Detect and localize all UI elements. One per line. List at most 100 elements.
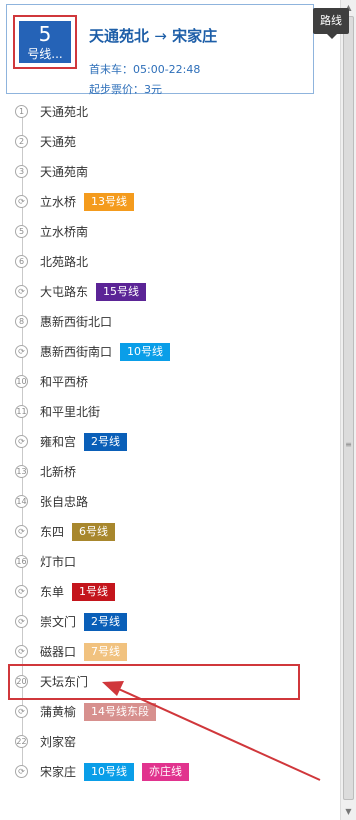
station-name[interactable]: 惠新西街南口 xyxy=(40,344,112,360)
transfer-line-tag[interactable]: 6号线 xyxy=(72,523,115,541)
transfer-icon: ⟳ xyxy=(15,765,28,778)
station-row[interactable]: 22 刘家窑 xyxy=(0,730,312,754)
station-row[interactable]: 5 立水桥南 xyxy=(0,220,312,244)
station-name[interactable]: 东四 xyxy=(40,524,64,540)
scrollbar-thumb[interactable]: ≡ xyxy=(343,16,354,800)
station-row[interactable]: ⟳ 惠新西街南口 10号线 xyxy=(0,340,312,364)
station-index: 3 xyxy=(15,165,28,178)
station-index: 6 xyxy=(15,255,28,268)
station-name[interactable]: 立水桥南 xyxy=(40,224,88,240)
station-name[interactable]: 东单 xyxy=(40,584,64,600)
station-name[interactable]: 立水桥 xyxy=(40,194,76,210)
transfer-lines: 15号线 xyxy=(96,283,154,302)
transfer-line-tag[interactable]: 13号线 xyxy=(84,193,134,211)
station-row[interactable]: ⟳ 大屯路东 15号线 xyxy=(0,280,312,304)
station-name[interactable]: 惠新西街北口 xyxy=(40,314,112,330)
station-name[interactable]: 崇文门 xyxy=(40,614,76,630)
grip-icon: ≡ xyxy=(345,440,352,449)
station-row[interactable]: 14 张自忠路 xyxy=(0,490,312,514)
route-title: 天通苑北 → 宋家庄 xyxy=(89,25,217,46)
transfer-line-tag[interactable]: 15号线 xyxy=(96,283,146,301)
station-name[interactable]: 张自忠路 xyxy=(40,494,88,510)
transfer-line-tag[interactable]: 2号线 xyxy=(84,613,127,631)
station-row[interactable]: ⟳ 立水桥 13号线 xyxy=(0,190,312,214)
annotation-box-badge: 5 号线... xyxy=(13,15,77,69)
station-name[interactable]: 磁器口 xyxy=(40,644,76,660)
station-row[interactable]: ⟳ 磁器口 7号线 xyxy=(0,640,312,664)
station-name[interactable]: 天通苑 xyxy=(40,134,76,150)
transfer-lines: 6号线 xyxy=(72,523,123,542)
station-index: 11 xyxy=(15,405,28,418)
station-row[interactable]: 16 灯市口 xyxy=(0,550,312,574)
transfer-icon: ⟳ xyxy=(15,195,28,208)
route-arrow: → xyxy=(154,27,167,45)
station-name[interactable]: 北苑路北 xyxy=(40,254,88,270)
line-badge[interactable]: 5 号线... xyxy=(19,21,71,63)
station-index: 22 xyxy=(15,735,28,748)
line-header: 5 号线... 天通苑北 → 宋家庄 首末车：05:00-22:48 起步票价：… xyxy=(6,4,314,96)
station-name[interactable]: 灯市口 xyxy=(40,554,76,570)
station-name[interactable]: 大屯路东 xyxy=(40,284,88,300)
transfer-icon: ⟳ xyxy=(15,345,28,358)
transfer-icon: ⟳ xyxy=(15,705,28,718)
transfer-icon: ⟳ xyxy=(15,285,28,298)
transfer-icon: ⟳ xyxy=(15,615,28,628)
transfer-lines: 13号线 xyxy=(84,193,142,212)
station-row[interactable]: ⟳ 蒲黄榆 14号线东段 xyxy=(0,700,312,724)
transfer-icon: ⟳ xyxy=(15,645,28,658)
station-index: 14 xyxy=(15,495,28,508)
transfer-lines: 10号线 xyxy=(120,343,178,362)
line-number: 5 xyxy=(38,22,52,46)
scroll-down-icon[interactable]: ▼ xyxy=(341,804,356,820)
station-row[interactable]: 1 天通苑北 xyxy=(0,100,312,124)
station-name[interactable]: 宋家庄 xyxy=(40,764,76,780)
station-name[interactable]: 和平西桥 xyxy=(40,374,88,390)
transfer-line-tag[interactable]: 14号线东段 xyxy=(84,703,156,721)
station-name[interactable]: 雍和宫 xyxy=(40,434,76,450)
transfer-line-tag[interactable]: 10号线 xyxy=(84,763,134,781)
scrollbar[interactable]: ▲ ≡ ▼ xyxy=(340,0,356,820)
station-index: 13 xyxy=(15,465,28,478)
station-row[interactable]: 10 和平西桥 xyxy=(0,370,312,394)
station-row[interactable]: 2 天通苑 xyxy=(0,130,312,154)
station-row[interactable]: 8 惠新西街北口 xyxy=(0,310,312,334)
station-row[interactable]: 3 天通苑南 xyxy=(0,160,312,184)
station-row[interactable]: 13 北新桥 xyxy=(0,460,312,484)
transfer-lines: 14号线东段 xyxy=(84,703,164,722)
transfer-lines: 1号线 xyxy=(72,583,123,602)
station-name[interactable]: 天通苑南 xyxy=(40,164,88,180)
station-name[interactable]: 北新桥 xyxy=(40,464,76,480)
station-index: 16 xyxy=(15,555,28,568)
transfer-icon: ⟳ xyxy=(15,585,28,598)
station-row[interactable]: 11 和平里北街 xyxy=(0,400,312,424)
transfer-line-tag[interactable]: 2号线 xyxy=(84,433,127,451)
transfer-lines: 2号线 xyxy=(84,613,135,632)
station-row[interactable]: 6 北苑路北 xyxy=(0,250,312,274)
transfer-lines: 10号线 亦庄线 xyxy=(84,763,197,782)
line-label: 号线... xyxy=(27,47,63,61)
transfer-line-tag[interactable]: 亦庄线 xyxy=(142,763,189,781)
annotation-highlight-box xyxy=(8,664,300,700)
station-row[interactable]: ⟳ 东四 6号线 xyxy=(0,520,312,544)
transfer-icon: ⟳ xyxy=(15,525,28,538)
station-row[interactable]: ⟳ 雍和宫 2号线 xyxy=(0,430,312,454)
route-from: 天通苑北 xyxy=(89,27,150,45)
station-index: 1 xyxy=(15,105,28,118)
transfer-line-tag[interactable]: 10号线 xyxy=(120,343,170,361)
station-name[interactable]: 和平里北街 xyxy=(40,404,100,420)
transfer-lines: 2号线 xyxy=(84,433,135,452)
transfer-line-tag[interactable]: 1号线 xyxy=(72,583,115,601)
station-row[interactable]: ⟳ 崇文门 2号线 xyxy=(0,610,312,634)
service-hours: 首末车：05:00-22:48 xyxy=(89,63,201,76)
station-row[interactable]: ⟳ 东单 1号线 xyxy=(0,580,312,604)
transfer-lines: 7号线 xyxy=(84,643,135,662)
transfer-line-tag[interactable]: 7号线 xyxy=(84,643,127,661)
station-index: 10 xyxy=(15,375,28,388)
station-index: 5 xyxy=(15,225,28,238)
transfer-icon: ⟳ xyxy=(15,435,28,448)
station-name[interactable]: 刘家窑 xyxy=(40,734,76,750)
route-tooltip: 路线 xyxy=(313,8,349,39)
station-name[interactable]: 蒲黄榆 xyxy=(40,704,76,720)
station-name[interactable]: 天通苑北 xyxy=(40,104,88,120)
station-row[interactable]: ⟳ 宋家庄 10号线 亦庄线 xyxy=(0,760,312,784)
